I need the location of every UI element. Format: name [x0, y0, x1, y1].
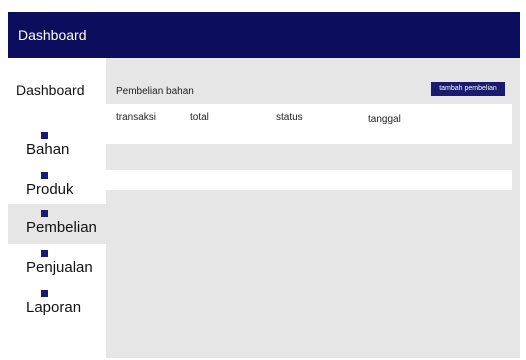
main-content: Pembelian bahan tambah pembelian transak… [106, 58, 520, 358]
sidebar-item-penjualan[interactable]: Penjualan [8, 250, 106, 288]
sidebar-item-laporan[interactable]: Laporan [8, 290, 106, 328]
app-title: Dashboard [18, 27, 87, 43]
square-bullet-icon [41, 132, 48, 139]
table-row[interactable] [106, 170, 512, 190]
column-header-status: status [276, 112, 303, 123]
column-header-total: total [190, 112, 209, 123]
sidebar-item-dashboard[interactable]: Dashboard [16, 82, 85, 98]
square-bullet-icon [41, 172, 48, 179]
column-header-tanggal: tanggal [368, 114, 401, 125]
page-title: Pembelian bahan [116, 86, 194, 97]
sidebar: Dashboard Bahan Produk Pembelian Penjual… [8, 58, 106, 358]
square-bullet-icon [41, 210, 48, 217]
sidebar-item-label: Pembelian [26, 219, 97, 236]
square-bullet-icon [41, 250, 48, 257]
square-bullet-icon [41, 290, 48, 297]
sidebar-item-pembelian[interactable]: Pembelian [8, 204, 106, 244]
add-purchase-button[interactable]: tambah pembelian [431, 82, 505, 96]
sidebar-item-bahan[interactable]: Bahan [8, 132, 106, 170]
sidebar-item-label: Bahan [26, 141, 70, 158]
sidebar-item-label: Produk [26, 181, 74, 198]
column-header-transaksi: transaksi [116, 112, 157, 123]
sidebar-item-label: Laporan [26, 299, 82, 316]
table-header: transaksi total status tanggal [106, 104, 512, 144]
top-header-bar: Dashboard [8, 12, 520, 58]
app-window: Dashboard Dashboard Bahan Produk Pembeli… [8, 8, 520, 358]
sidebar-item-label: Penjualan [26, 259, 93, 276]
